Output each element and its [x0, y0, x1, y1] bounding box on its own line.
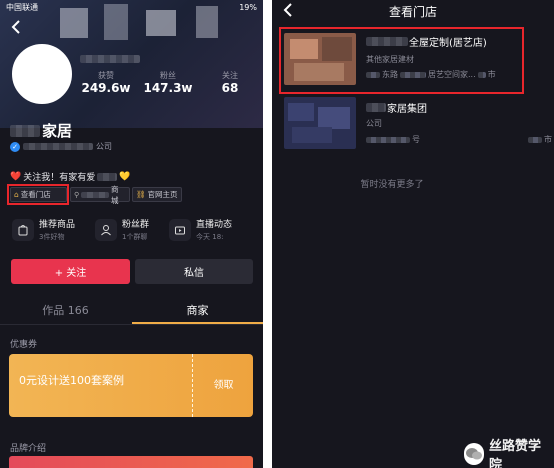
store-icon: ⌂: [14, 190, 19, 199]
official-site-pill[interactable]: ⛓ 官网主页: [132, 187, 182, 202]
coupon-text: 0元设计送100套案例: [19, 374, 124, 387]
verified-icon: ✓: [10, 141, 20, 152]
brand-banner: [9, 456, 253, 468]
stats-row: 获赞 249.6w 粉丝 147.3w 关注 68: [78, 70, 258, 95]
bag-icon: ⚲: [74, 190, 80, 199]
mall-pill[interactable]: ⚲ 商城: [70, 185, 130, 205]
watermark: 丝路赞学院: [458, 432, 554, 468]
message-button[interactable]: 私信: [135, 259, 253, 284]
status-bar: 中国联通 19%: [0, 0, 263, 14]
follow-button[interactable]: + 关注: [11, 259, 130, 284]
panel-gap: [263, 0, 272, 468]
profile-name: 家居: [10, 120, 72, 141]
tab-bar: 作品 166 商家: [0, 298, 263, 325]
bag-icon: [12, 218, 34, 241]
recommended-products-card[interactable]: 推荐商品 3件好物: [12, 217, 75, 242]
tab-works[interactable]: 作品 166: [0, 302, 131, 318]
bio: ❤️ 关注我！有家有爱 💛: [10, 170, 131, 184]
feature-cards: 推荐商品 3件好物 粉丝群 1个群聊 直播动态 今天 18:: [12, 217, 263, 242]
back-icon[interactable]: [10, 19, 26, 35]
store-item-1[interactable]: 全屋定制(居艺店) 其他家居建材 东路 居艺空间家... 市: [280, 29, 550, 91]
fan-group-card[interactable]: 粉丝群 1个群聊: [95, 217, 149, 242]
live-tv-icon: [169, 218, 192, 241]
coupon-card[interactable]: 0元设计送100套案例 领取: [9, 354, 253, 417]
bio-text: 关注我！有家有爱: [23, 173, 96, 183]
live-updates-card[interactable]: 直播动态 今天 18:: [169, 217, 232, 242]
blurred-text: [80, 55, 140, 63]
claim-button[interactable]: 领取: [194, 376, 253, 391]
stat-following[interactable]: 关注 68: [202, 70, 258, 95]
brand-section-title: 品牌介绍: [10, 444, 47, 454]
store-thumbnail: [284, 33, 356, 85]
carrier-text: 中国联通: [6, 2, 38, 12]
store-name: 家居集团: [366, 100, 427, 115]
verified-company: ✓ 公司: [10, 141, 112, 152]
store-name: 全屋定制(居艺店): [366, 34, 487, 49]
store-list-screen: 查看门店 全屋定制(居艺店) 其他家居建材 东路 居艺空间家... 市 家居集团…: [272, 0, 554, 468]
battery-text: 19%: [239, 2, 257, 12]
store-category: 公司: [366, 119, 382, 128]
coupon-divider: [192, 354, 193, 417]
store-address: 号 市: [366, 134, 552, 145]
store-category: 其他家居建材: [366, 55, 414, 64]
yellow-heart-icon: 💛: [119, 171, 131, 182]
stat-fans[interactable]: 粉丝 147.3w: [140, 70, 196, 95]
store-address: 东路 居艺空间家... 市: [366, 69, 496, 80]
store-thumbnail: [284, 97, 356, 149]
group-icon: [95, 218, 118, 241]
no-more-text: 暂时没有更多了: [360, 180, 424, 190]
stat-likes[interactable]: 获赞 249.6w: [78, 70, 134, 95]
tab-merchant[interactable]: 商家: [132, 302, 263, 318]
wechat-icon: [464, 443, 484, 465]
view-stores-pill[interactable]: ⌂ 查看门店: [10, 187, 67, 202]
tab-indicator: [132, 322, 263, 324]
watermark-text: 丝路赞学院: [488, 439, 541, 468]
red-heart-icon: ❤️: [10, 171, 22, 182]
avatar[interactable]: [12, 44, 72, 104]
page-title: 查看门店: [388, 5, 437, 19]
profile-screen: 中国联通 19% 获赞 249.6w 粉丝 147.3w 关注 68 家居 ✓ …: [0, 0, 263, 468]
store-item-2[interactable]: 家居集团 公司 号 市: [280, 95, 552, 157]
link-icon: ⛓: [136, 190, 146, 199]
coupon-section-title: 优惠券: [10, 340, 38, 350]
